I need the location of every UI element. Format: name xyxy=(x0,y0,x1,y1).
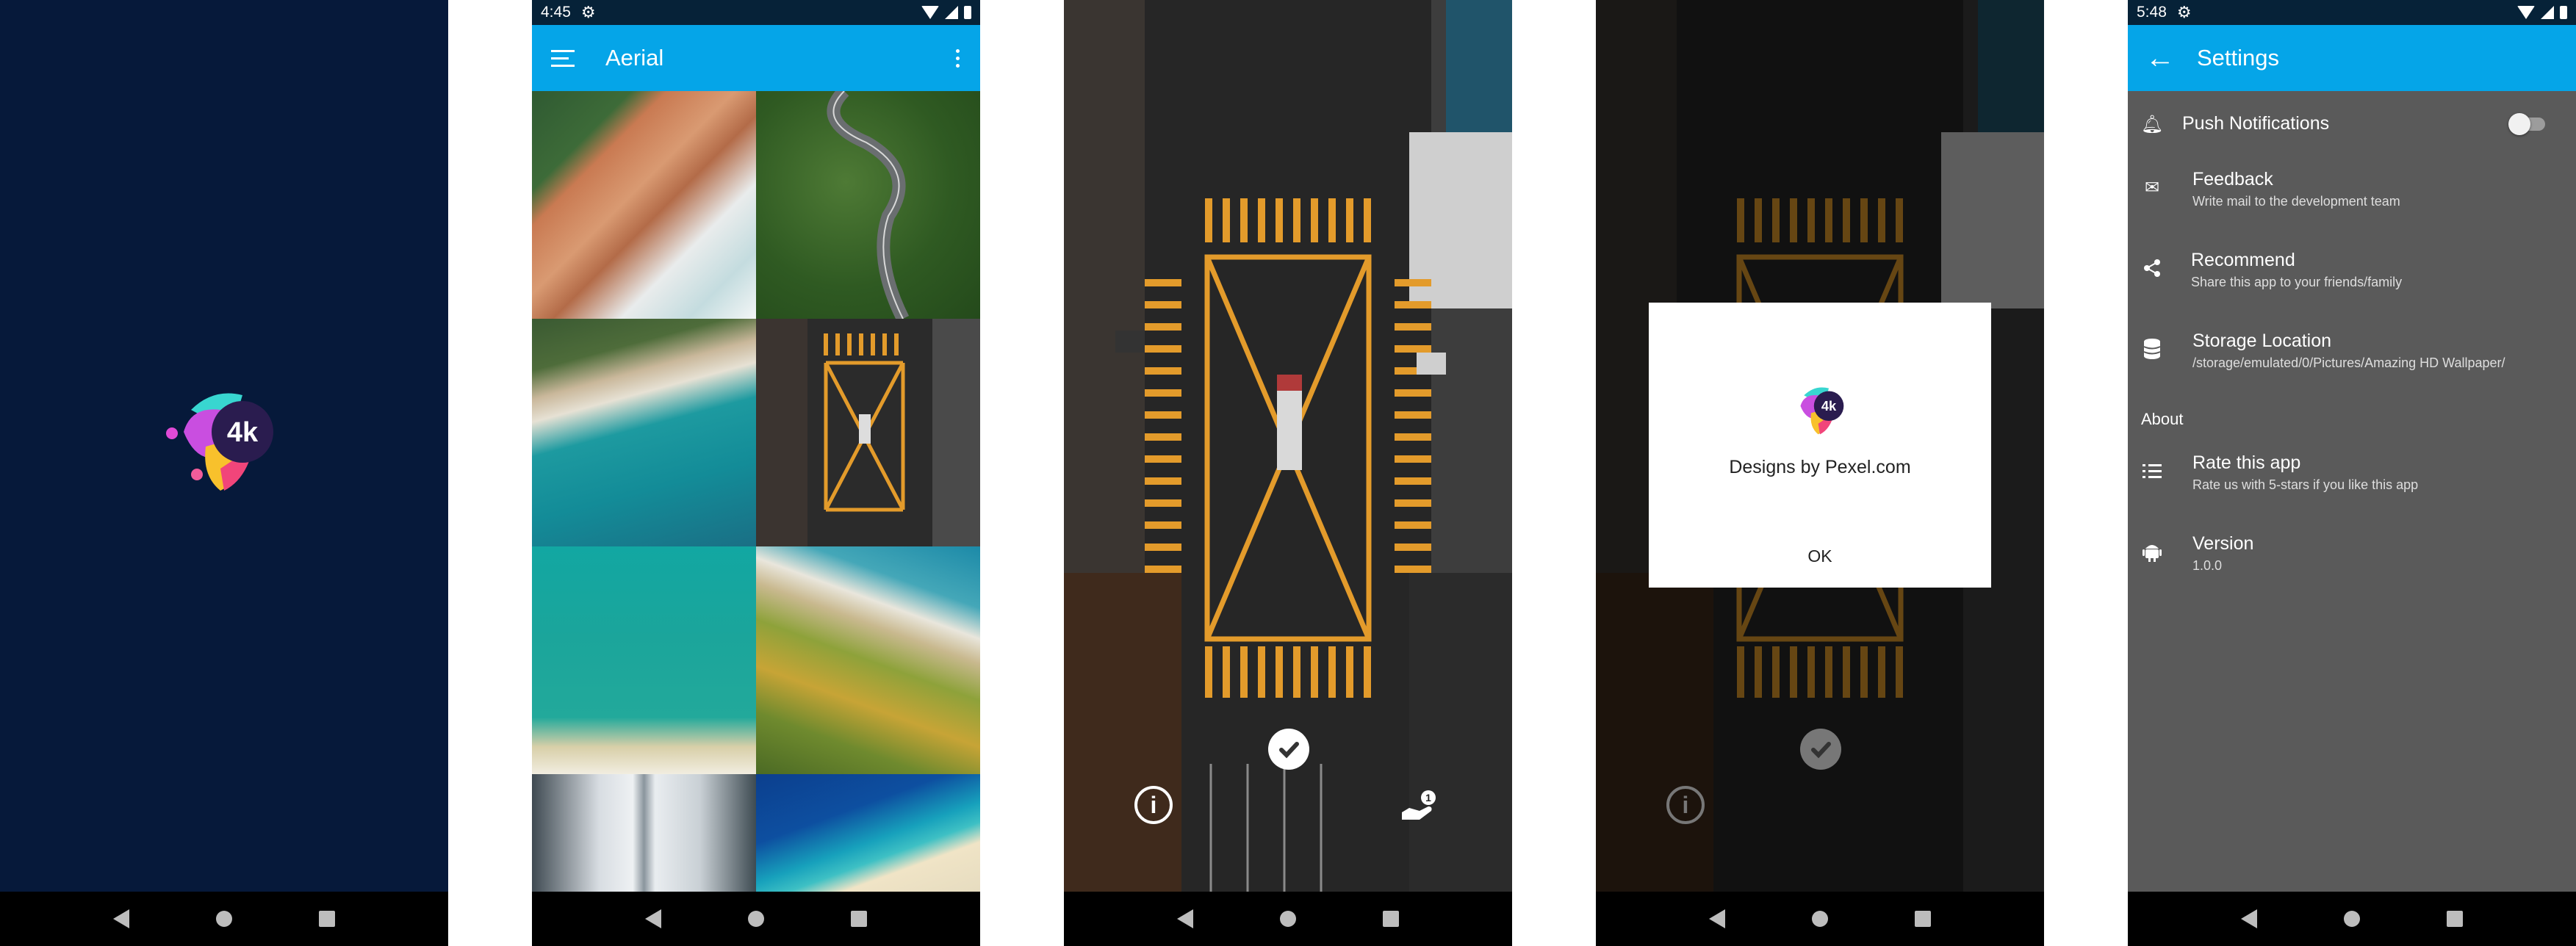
wallpaper-tile-city-intersection[interactable] xyxy=(756,319,980,546)
recents-nav-icon[interactable] xyxy=(1915,911,1931,927)
home-nav-icon[interactable] xyxy=(748,911,764,927)
back-nav-icon[interactable] xyxy=(2241,909,2257,928)
wifi-icon xyxy=(2517,6,2535,19)
section-header-about: About xyxy=(2141,410,2184,428)
database-icon xyxy=(2141,338,2163,360)
home-nav-icon[interactable] xyxy=(216,911,232,927)
badge-count: 1 xyxy=(1425,792,1431,804)
recents-nav-icon[interactable] xyxy=(851,911,867,927)
viewer-with-dialog: i 4k Designs by Pexel.com OK xyxy=(1596,0,2044,946)
back-nav-icon[interactable] xyxy=(645,909,661,928)
home-nav-icon[interactable] xyxy=(1812,911,1828,927)
bell-icon: 🔔︎ xyxy=(2140,114,2164,134)
recents-nav-icon[interactable] xyxy=(1383,911,1399,927)
rate-title: Rate this app xyxy=(2192,452,2301,473)
check-circle-icon[interactable] xyxy=(1268,729,1309,770)
page-title: Aerial xyxy=(605,45,664,71)
storage-path: /storage/emulated/0/Pictures/Amazing HD … xyxy=(2192,355,2505,370)
back-nav-icon[interactable] xyxy=(113,909,129,928)
app-logo-icon: 4k xyxy=(166,393,273,491)
home-nav-icon[interactable] xyxy=(1280,911,1296,927)
setting-recommend[interactable]: Recommend Share this app to your friends… xyxy=(2128,248,2576,300)
hamburger-menu-icon[interactable] xyxy=(551,49,575,67)
settings-screen: 5:48 ⚙ ← Settings 🔔︎ Push Notifications … xyxy=(2128,0,2576,946)
wallpaper-tile-lagoon-water[interactable] xyxy=(532,546,756,774)
about-dialog: 4k Designs by Pexel.com OK xyxy=(1649,303,1991,588)
storage-title: Storage Location xyxy=(2192,331,2332,351)
version-title: Version xyxy=(2192,533,2254,554)
splash-screen: 4k xyxy=(0,0,448,946)
push-label: Push Notifications xyxy=(2182,113,2330,134)
setting-version[interactable]: Version 1.0.0 xyxy=(2128,532,2576,583)
dialog-credit: Designs by Pexel.com xyxy=(1729,457,1911,477)
back-nav-icon[interactable] xyxy=(1177,909,1193,928)
version-number: 1.0.0 xyxy=(2192,558,2223,573)
push-toggle[interactable] xyxy=(2508,113,2545,135)
logo-text: 4k xyxy=(227,417,259,448)
wallpaper-tile-rocky-coast[interactable] xyxy=(532,91,756,319)
signal-icon xyxy=(2541,6,2554,19)
ok-button[interactable]: OK xyxy=(1649,546,1991,566)
share-icon xyxy=(2141,257,2163,279)
system-nav-bar xyxy=(532,892,980,946)
home-nav-icon[interactable] xyxy=(2344,911,2360,927)
battery-icon xyxy=(2560,6,2567,19)
system-nav-bar xyxy=(1596,892,2044,946)
signal-icon xyxy=(945,6,958,19)
page-title: Settings xyxy=(2197,45,2280,71)
setting-storage-location[interactable]: Storage Location /storage/emulated/0/Pic… xyxy=(2128,329,2576,380)
recommend-subtitle: Share this app to your friends/family xyxy=(2191,275,2403,289)
feedback-title: Feedback xyxy=(2192,169,2273,189)
app-bar: ← Settings xyxy=(2128,25,2576,91)
toggle-knob xyxy=(2508,113,2530,135)
list-icon xyxy=(2141,460,2163,482)
wallpaper-tile-turquoise-shore[interactable] xyxy=(532,319,756,546)
settings-status-icon: ⚙ xyxy=(580,3,596,21)
road-curve xyxy=(827,91,910,319)
logo-text: 4k xyxy=(1821,398,1837,414)
setting-push-notifications[interactable]: 🔔︎ Push Notifications xyxy=(2128,112,2576,138)
wifi-icon xyxy=(921,6,939,19)
settings-status-icon: ⚙ xyxy=(2176,3,2192,21)
overflow-menu-icon[interactable] xyxy=(956,48,960,68)
app-logo-icon: 4k xyxy=(1800,387,1844,435)
setting-rate-app[interactable]: Rate this app Rate us with 5-stars if yo… xyxy=(2128,451,2576,502)
wallpaper-tile-palm-beach[interactable] xyxy=(756,546,980,774)
check-circle-icon xyxy=(1800,729,1841,770)
app-bar: Aerial xyxy=(532,25,980,91)
system-nav-bar xyxy=(2128,892,2576,946)
recents-nav-icon[interactable] xyxy=(319,911,335,927)
wallpaper-tile-snowy-road[interactable] xyxy=(532,774,756,892)
back-nav-icon[interactable] xyxy=(1709,909,1725,928)
wallpaper-grid xyxy=(532,91,980,892)
setting-feedback[interactable]: ✉ Feedback Write mail to the development… xyxy=(2128,167,2576,219)
status-bar: 5:48 ⚙ xyxy=(2128,0,2576,25)
mail-icon: ✉ xyxy=(2144,177,2160,198)
intersection-lines xyxy=(756,319,980,546)
aerial-screen: 4:45 ⚙ Aerial xyxy=(532,0,980,946)
info-icon[interactable]: i xyxy=(1134,786,1173,824)
status-time: 5:48 xyxy=(2137,4,2167,21)
wallpaper-viewer: i 1 xyxy=(1064,0,1512,946)
status-bar: 4:45 ⚙ xyxy=(532,0,980,25)
recents-nav-icon[interactable] xyxy=(2447,911,2463,927)
wallpaper-tile-tropical-beach[interactable] xyxy=(756,774,980,892)
system-nav-bar xyxy=(0,892,448,946)
wallpaper-tile-forest-road[interactable] xyxy=(756,91,980,319)
status-time: 4:45 xyxy=(541,4,571,21)
android-icon xyxy=(2141,541,2163,563)
hand-badge-icon[interactable]: 1 xyxy=(1399,790,1437,823)
recommend-title: Recommend xyxy=(2191,250,2295,270)
rate-subtitle: Rate us with 5-stars if you like this ap… xyxy=(2192,477,2419,492)
info-icon: i xyxy=(1666,786,1705,824)
feedback-subtitle: Write mail to the development team xyxy=(2192,194,2400,209)
system-nav-bar xyxy=(1064,892,1512,946)
back-arrow-icon[interactable]: ← xyxy=(2145,43,2175,73)
battery-icon xyxy=(964,6,971,19)
